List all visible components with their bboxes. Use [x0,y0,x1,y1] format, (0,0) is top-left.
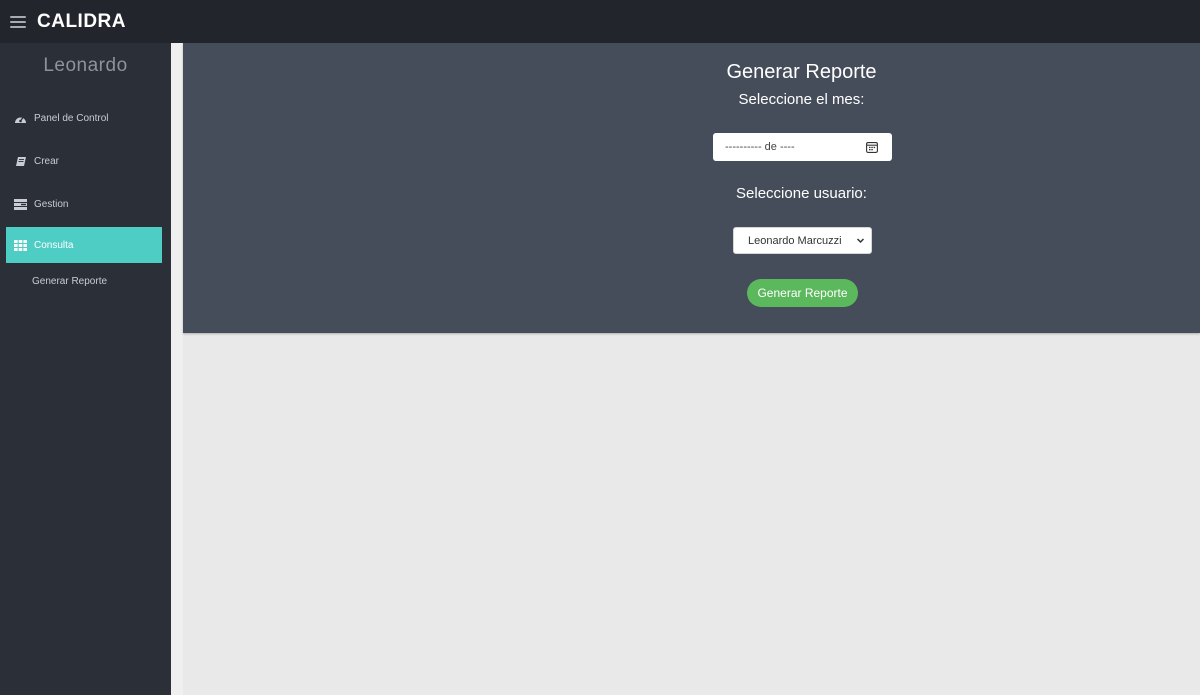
sidebar-item-panel-de-control[interactable]: Panel de Control [6,100,162,136]
sidebar-item-label: Crear [34,155,60,167]
sidebar-item-label: Panel de Control [34,112,109,124]
table-icon [14,239,27,251]
menu-icon[interactable] [10,15,26,28]
user-label: Seleccione usuario: [736,185,867,202]
sidebar-item-gestion[interactable]: Gestion [6,186,162,222]
user-select[interactable]: Leonardo Marcuzzi [733,227,872,254]
app-brand[interactable]: CALIDRA [37,11,126,33]
page-title: Generar Reporte [726,61,877,83]
sidebar-item-crear[interactable]: Crear [6,143,162,179]
tasks-icon [14,198,27,210]
month-input[interactable]: ---------- de ---- [713,133,892,161]
sidebar-item-label: Consulta [34,239,74,251]
sidebar-user-name: Leonardo [43,55,128,76]
user-select-value: Leonardo Marcuzzi [748,234,842,247]
sidebar-item-consulta[interactable]: Consulta [6,227,162,263]
sidebar-divider [171,43,183,695]
month-label: Seleccione el mes: [738,91,865,108]
month-input-value: ---------- de ---- [725,141,795,153]
calendar-icon[interactable] [866,141,878,156]
book-icon [14,155,27,167]
dashboard-icon [14,112,27,124]
top-bar: CALIDRA [0,0,1200,43]
sidebar-subitem-generar-reporte[interactable]: Generar Reporte [32,276,107,287]
report-form-panel: Generar Reporte Seleccione el mes: -----… [183,43,1200,333]
generate-report-button[interactable]: Generar Reporte [747,279,858,307]
chevron-down-icon [856,236,865,248]
sidebar-item-label: Gestion [34,198,69,210]
sidebar: Leonardo Panel de Control Crear Gestion … [0,43,171,695]
